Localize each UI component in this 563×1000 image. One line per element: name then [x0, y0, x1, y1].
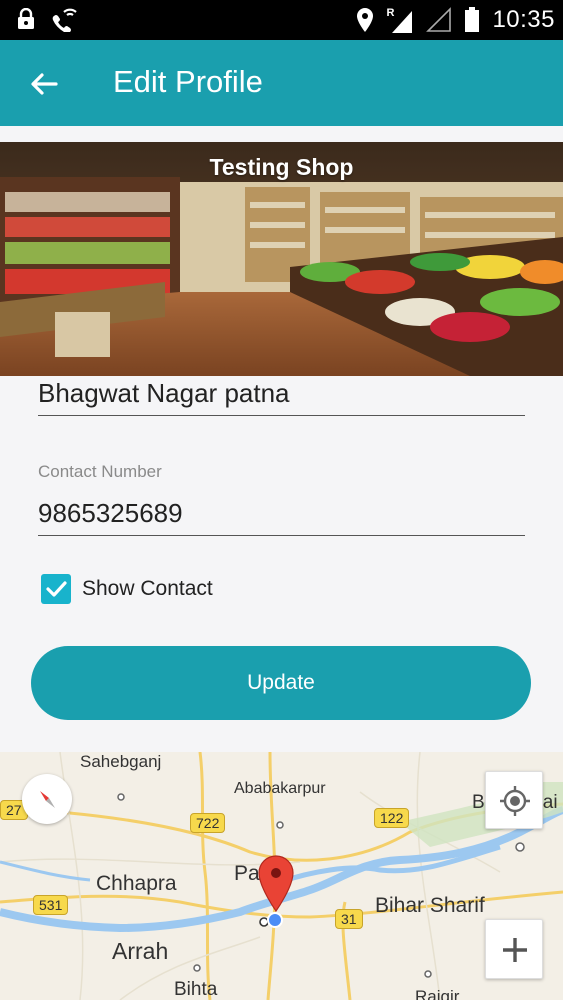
map-label-bihta: Bihta — [174, 979, 218, 1000]
location-map[interactable]: Sahebganj Ababakarpur Begusarai Chhapra … — [0, 752, 563, 1000]
status-time: 10:35 — [492, 6, 555, 33]
signal-icon: R — [386, 7, 414, 33]
road-badge-531: 531 — [33, 895, 69, 915]
status-bar: R 10:35 — [0, 0, 563, 40]
location-icon — [357, 8, 374, 32]
my-location-button[interactable] — [485, 771, 543, 829]
arrow-back-icon[interactable] — [26, 66, 62, 102]
map-label-chhapra: Chhapra — [96, 872, 177, 895]
no-signal-icon — [426, 7, 452, 32]
shop-name: Testing Shop — [209, 154, 354, 180]
road-badge-722: 722 — [190, 813, 226, 833]
battery-icon — [465, 7, 480, 32]
contact-number-value: 9865325689 — [38, 498, 183, 528]
map-label-rajgir: Rajgir — [415, 987, 460, 1000]
profile-form: Testing Shop Bhagwat Nagar patna Contact… — [0, 126, 563, 752]
map-label-ababakarpur: Ababakarpur — [234, 780, 326, 797]
contact-underline — [38, 535, 525, 536]
address-value: Bhagwat Nagar patna — [38, 378, 290, 408]
plus-icon — [503, 938, 527, 962]
wifi-call-icon — [52, 8, 77, 32]
update-button[interactable]: Update — [31, 646, 531, 720]
compass-button[interactable] — [22, 774, 72, 824]
road-badge-122: 122 — [374, 808, 410, 828]
show-contact-checkbox[interactable] — [41, 574, 71, 604]
my-location-icon — [500, 786, 530, 816]
show-contact-label[interactable]: Show Contact — [82, 577, 213, 601]
address-underline — [38, 415, 525, 416]
contact-number-label: Contact Number — [38, 462, 162, 481]
zoom-in-button[interactable] — [485, 919, 543, 979]
check-icon — [46, 581, 67, 597]
page-title: Edit Profile — [113, 64, 263, 99]
network-type-label: R — [386, 7, 395, 19]
app-bar: Edit Profile — [0, 40, 563, 126]
contact-number-field[interactable]: 9865325689 — [38, 498, 525, 536]
compass-icon — [40, 791, 55, 808]
lock-icon — [18, 8, 34, 29]
map-pin-icon[interactable] — [256, 854, 296, 914]
road-badge-31: 31 — [335, 909, 363, 929]
shop-banner-image: Testing Shop — [0, 142, 563, 376]
map-label-bihar-sharif: Bihar Sharif — [375, 894, 485, 917]
address-field[interactable]: Bhagwat Nagar patna — [38, 378, 525, 416]
map-label-sahebganj: Sahebganj — [80, 752, 162, 771]
map-label-arrah: Arrah — [112, 938, 169, 964]
